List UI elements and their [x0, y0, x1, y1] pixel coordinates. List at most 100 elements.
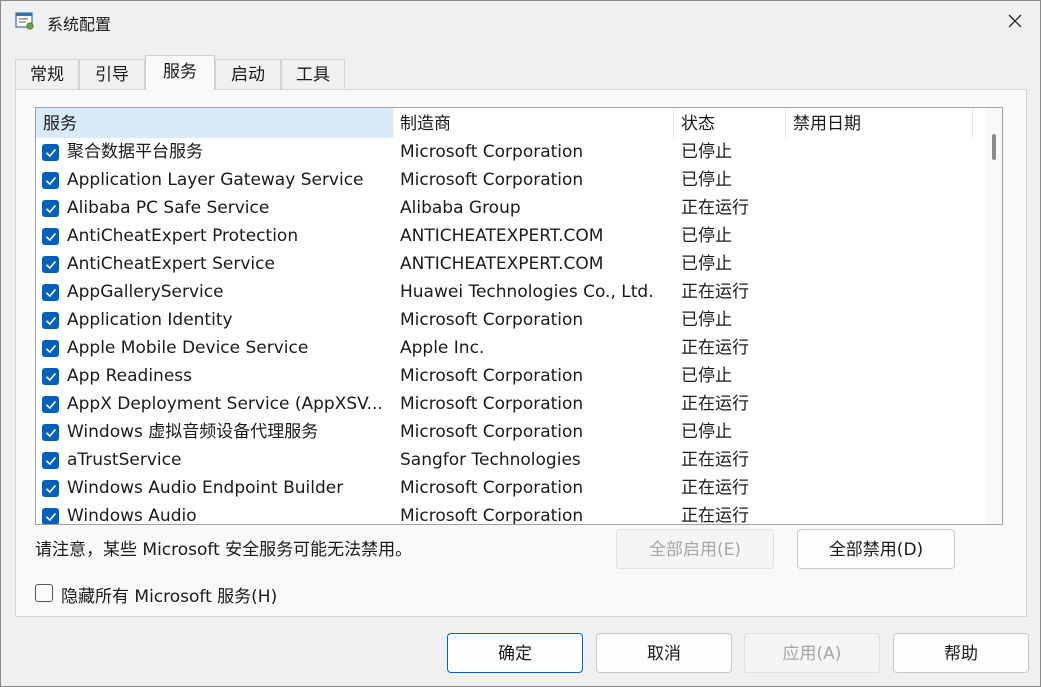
service-disabled-date: [793, 138, 973, 166]
service-checkbox[interactable]: [42, 256, 59, 273]
service-manufacturer: Microsoft Corporation: [400, 394, 584, 414]
checkmark-icon: [45, 372, 56, 381]
service-disabled-date: [793, 166, 973, 194]
service-status: 已停止: [681, 366, 732, 386]
cancel-button[interactable]: 取消: [596, 633, 732, 673]
service-disabled-date: [793, 474, 973, 502]
service-status: 已停止: [681, 422, 732, 442]
service-checkbox[interactable]: [42, 508, 59, 524]
security-note: 请注意，某些 Microsoft 安全服务可能无法禁用。: [35, 540, 413, 560]
service-checkbox[interactable]: [42, 312, 59, 329]
table-row[interactable]: AntiCheatExpert Protection ANTICHEATEXPER…: [36, 222, 986, 250]
service-name: AppGalleryService: [67, 282, 224, 302]
service-manufacturer: Alibaba Group: [400, 198, 521, 218]
service-name: Windows 虚拟音频设备代理服务: [67, 422, 319, 442]
tab-startup[interactable]: 启动: [215, 59, 281, 89]
column-header-disabled-date[interactable]: 禁用日期: [786, 108, 973, 138]
table-row[interactable]: Windows 虚拟音频设备代理服务 Microsoft Corporation 已…: [36, 418, 986, 446]
service-checkbox[interactable]: [42, 368, 59, 385]
apply-button[interactable]: 应用(A): [744, 633, 880, 673]
service-manufacturer: Microsoft Corporation: [400, 506, 584, 525]
service-name: Alibaba PC Safe Service: [67, 198, 270, 218]
table-row[interactable]: AntiCheatExpert Service ANTICHEATEXPERT.C…: [36, 250, 986, 278]
service-manufacturer: Microsoft Corporation: [400, 478, 584, 498]
service-name: AntiCheatExpert Protection: [67, 226, 299, 246]
service-manufacturer: Microsoft Corporation: [400, 422, 584, 442]
table-row[interactable]: Windows Audio Endpoint Builder Microsoft …: [36, 474, 986, 502]
checkmark-icon: [45, 428, 56, 437]
disable-all-button[interactable]: 全部禁用(D): [797, 529, 955, 569]
ok-button[interactable]: 确定: [447, 633, 583, 673]
hide-ms-services-label: 隐藏所有 Microsoft 服务(H): [61, 587, 278, 607]
scrollbar-thumb[interactable]: [992, 134, 996, 160]
msconfig-icon: [15, 11, 35, 31]
service-disabled-date: [793, 362, 973, 390]
service-name: aTrustService: [67, 450, 182, 470]
service-name: Application Layer Gateway Service: [67, 170, 364, 190]
table-row[interactable]: Alibaba PC Safe Service Alibaba Group 正在运行: [36, 194, 986, 222]
service-checkbox[interactable]: [42, 284, 59, 301]
enable-all-button[interactable]: 全部启用(E): [616, 529, 774, 569]
table-row[interactable]: aTrustService Sangfor Technologies 正在运行: [36, 446, 986, 474]
service-manufacturer: Microsoft Corporation: [400, 310, 584, 330]
help-button[interactable]: 帮助: [893, 633, 1029, 673]
list-header: 服务 制造商 状态 禁用日期: [36, 108, 986, 138]
close-button[interactable]: [991, 3, 1039, 43]
vertical-scrollbar[interactable]: [986, 108, 1002, 524]
service-name: Application Identity: [67, 310, 233, 330]
service-status: 正在运行: [681, 394, 749, 414]
service-disabled-date: [793, 446, 973, 474]
service-checkbox[interactable]: [42, 396, 59, 413]
service-manufacturer: Sangfor Technologies: [400, 450, 581, 470]
service-manufacturer: Apple Inc.: [400, 338, 485, 358]
service-disabled-date: [793, 334, 973, 362]
checkmark-icon: [45, 148, 56, 157]
service-status: 已停止: [681, 170, 732, 190]
service-disabled-date: [793, 306, 973, 334]
tab-general[interactable]: 常规: [15, 59, 79, 89]
service-manufacturer: Microsoft Corporation: [400, 142, 584, 162]
checkbox-box[interactable]: [35, 584, 53, 602]
table-row[interactable]: Application Layer Gateway Service Microso…: [36, 166, 986, 194]
services-list[interactable]: 服务 制造商 状态 禁用日期 聚合数据平台服务 Microsoft Corpora…: [35, 107, 1003, 525]
service-status: 正在运行: [681, 338, 749, 358]
service-status: 已停止: [681, 226, 732, 246]
table-row[interactable]: Apple Mobile Device Service Apple Inc. 正在运…: [36, 334, 986, 362]
service-name: AntiCheatExpert Service: [67, 254, 275, 274]
table-row[interactable]: Application Identity Microsoft Corporatio…: [36, 306, 986, 334]
service-checkbox[interactable]: [42, 200, 59, 217]
table-row[interactable]: AppX Deployment Service (AppXSV... Micros…: [36, 390, 986, 418]
service-checkbox[interactable]: [42, 452, 59, 469]
table-row[interactable]: 聚合数据平台服务 Microsoft Corporation 已停止: [36, 138, 986, 166]
service-checkbox[interactable]: [42, 144, 59, 161]
list-rows: 聚合数据平台服务 Microsoft Corporation 已停止 Applicat…: [36, 138, 986, 525]
table-row[interactable]: Windows Audio Microsoft Corporation 正在运行: [36, 502, 986, 525]
checkmark-icon: [45, 456, 56, 465]
service-checkbox[interactable]: [42, 480, 59, 497]
table-row[interactable]: App Readiness Microsoft Corporation 已停止: [36, 362, 986, 390]
service-checkbox[interactable]: [42, 340, 59, 357]
tab-tools[interactable]: 工具: [281, 59, 345, 89]
column-header-status[interactable]: 状态: [674, 108, 786, 138]
checkmark-icon: [45, 344, 56, 353]
checkmark-icon: [45, 204, 56, 213]
service-manufacturer: Microsoft Corporation: [400, 170, 584, 190]
service-manufacturer: Microsoft Corporation: [400, 366, 584, 386]
service-status: 已停止: [681, 310, 732, 330]
title-bar: 系统配置: [1, 1, 1040, 43]
column-header-manufacturer[interactable]: 制造商: [393, 108, 674, 138]
service-disabled-date: [793, 502, 973, 524]
service-status: 正在运行: [681, 506, 749, 525]
service-disabled-date: [793, 418, 973, 446]
column-header-service[interactable]: 服务: [36, 108, 393, 138]
tab-boot[interactable]: 引导: [79, 59, 145, 89]
service-checkbox[interactable]: [42, 424, 59, 441]
service-disabled-date: [793, 250, 973, 278]
tab-services[interactable]: 服务: [145, 55, 215, 90]
service-name: AppX Deployment Service (AppXSV...: [67, 394, 383, 414]
service-manufacturer: ANTICHEATEXPERT.COM: [400, 254, 604, 274]
table-row[interactable]: AppGalleryService Huawei Technologies Co.…: [36, 278, 986, 306]
service-checkbox[interactable]: [42, 228, 59, 245]
service-name: App Readiness: [67, 366, 193, 386]
service-checkbox[interactable]: [42, 172, 59, 189]
